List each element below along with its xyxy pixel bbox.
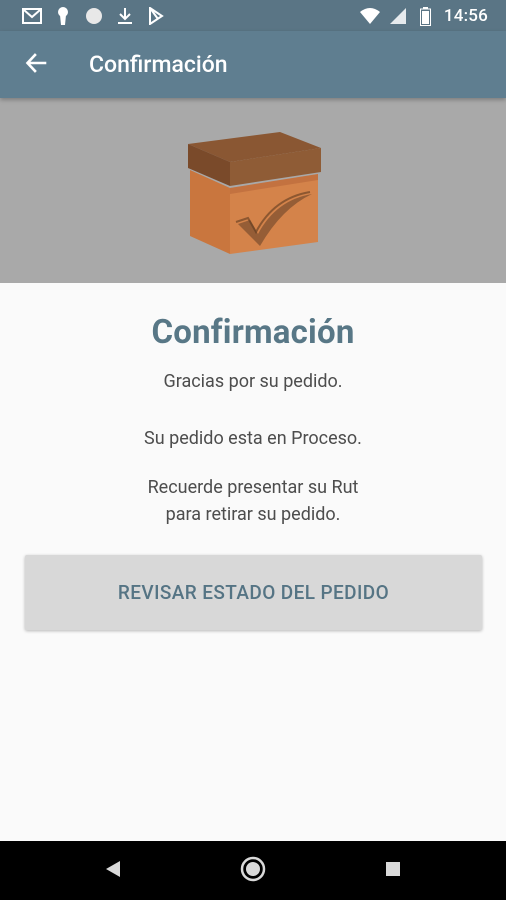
download-icon [115,6,135,26]
nav-home-icon [240,856,266,886]
status-bar: 14:56 [0,0,506,31]
nav-recents-icon [385,861,401,881]
status-time: 14:56 [443,6,488,26]
keyhole-icon [53,6,73,26]
back-button[interactable] [16,45,56,85]
hero-banner [0,98,506,283]
battery-icon [416,6,436,26]
nav-back-icon [105,860,121,882]
check-order-status-button[interactable]: REVISAR ESTADO DEL PEDIDO [25,555,482,630]
arrow-back-icon [25,52,47,78]
confirmation-heading: Confirmación [151,313,355,352]
order-status-text: Su pedido esta en Proceso. [144,428,362,449]
gmail-icon [22,6,42,26]
reminder-text-line1: Recuerde presentar su Rut [147,477,359,498]
system-icons: 14:56 [359,5,488,27]
app-bar: Confirmación [0,31,506,98]
circle-icon [84,6,104,26]
thanks-text: Gracias por su pedido. [163,371,343,392]
navigation-bar [0,841,506,900]
signal-icon [388,6,408,26]
nav-home-button[interactable] [239,856,267,886]
play-store-icon [146,6,166,26]
wifi-icon [359,6,380,26]
notification-icons [22,6,166,26]
nav-back-button[interactable] [99,857,127,885]
nav-recents-button[interactable] [379,857,407,885]
confirmation-content: Confirmación Gracias por su pedido. Su p… [0,283,506,841]
app-bar-title: Confirmación [89,51,228,78]
box-checkmark-illustration [188,132,321,254]
reminder-text-line2: para retirar su pedido. [165,504,341,525]
